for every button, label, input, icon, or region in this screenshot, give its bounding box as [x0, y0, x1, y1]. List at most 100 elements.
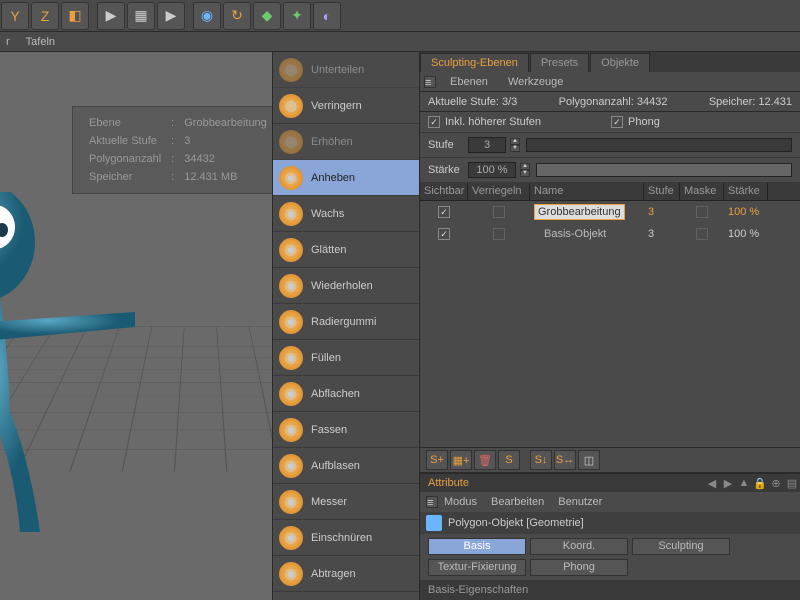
flip-icon[interactable]: S↔ [554, 450, 576, 470]
tab-attribute[interactable]: Attribute [420, 475, 477, 491]
attribute-panel: Attribute ◀ ▶ ▲ 🔒 ⊕ ▤ ≡ Modus Bearbeiten… [420, 473, 800, 600]
delete-icon[interactable]: 🗑 [474, 450, 496, 470]
nav-up-icon[interactable]: ▲ [736, 477, 752, 490]
chk-lock[interactable] [493, 228, 505, 240]
lock-icon[interactable]: 🔒 [752, 477, 768, 490]
starke-stepper[interactable]: ▲▼ [520, 163, 530, 177]
btn-phong[interactable]: Phong [530, 559, 628, 576]
add-folder-icon[interactable]: ▦+ [450, 450, 472, 470]
tool-anheben[interactable]: ◉Anheben [273, 160, 419, 196]
cube-icon[interactable]: ◧ [61, 2, 89, 30]
tool-radiergummi[interactable]: ◉Radiergummi [273, 304, 419, 340]
attr-menu-icon[interactable]: ≡ [426, 496, 438, 508]
add-layer-icon[interactable]: S+ [426, 450, 448, 470]
layer-row[interactable]: ✓Grobbearbeitung3100 % [420, 201, 800, 223]
stufe-input[interactable]: 3 [468, 137, 506, 153]
nav-fwd-icon[interactable]: ▶ [720, 477, 736, 490]
tool-icon: ◉ [279, 490, 303, 514]
status-line: Aktuelle Stufe: 3/3 Polygonanzahl: 34432… [420, 92, 800, 112]
subtab-ebenen[interactable]: Ebenen [450, 76, 488, 88]
btn-sculpting[interactable]: Sculpting [632, 538, 730, 555]
attr-bearbeiten[interactable]: Bearbeiten [491, 496, 544, 508]
btn-textur[interactable]: Textur-Fixierung [428, 559, 526, 576]
chk-phong[interactable]: ✓ [611, 116, 623, 128]
chk-visible[interactable]: ✓ [438, 206, 450, 218]
generator-icon[interactable]: ◆ [253, 2, 281, 30]
tab-presets[interactable]: Presets [530, 53, 589, 72]
tool-icon: ◍ [279, 94, 303, 118]
polygon-object-icon [426, 515, 442, 531]
mirror-icon[interactable]: ◫ [578, 450, 600, 470]
starke-input[interactable]: 100 % [468, 162, 516, 178]
tool-abflachen[interactable]: ◉Abflachen [273, 376, 419, 412]
right-panel: Sculpting-Ebenen Presets Objekte ≡ Ebene… [420, 52, 800, 600]
viewport-info: Ebene:Grobbearbeitung Aktuelle Stufe:3 P… [72, 106, 272, 194]
chk-lock[interactable] [493, 206, 505, 218]
sculpt-tools: ◍Unterteilen◍Verringern◍Erhöhen◉Anheben◉… [272, 52, 420, 600]
tab-objekte[interactable]: Objekte [590, 53, 650, 72]
chk-inkl[interactable]: ✓ [428, 116, 440, 128]
tool-icon: ◉ [279, 382, 303, 406]
tool-fassen[interactable]: ◉Fassen [273, 412, 419, 448]
spline-icon[interactable]: ↻ [223, 2, 251, 30]
deformer-icon[interactable]: ◐ [313, 2, 341, 30]
menu-icon[interactable]: ≡ [424, 76, 436, 88]
character-mesh [0, 192, 140, 542]
tool-icon: ◉ [279, 202, 303, 226]
attr-tabs-row2: Textur-Fixierung Phong [420, 559, 800, 580]
viewport[interactable]: Ebene:Grobbearbeitung Aktuelle Stufe:3 P… [0, 52, 272, 600]
attr-benutzer[interactable]: Benutzer [558, 496, 602, 508]
layer-name-edit[interactable]: Grobbearbeitung [534, 204, 625, 220]
stufe-slider[interactable] [526, 138, 792, 152]
tool-wiederholen[interactable]: ◉Wiederholen [273, 268, 419, 304]
attr-modus[interactable]: Modus [444, 496, 477, 508]
subtab-werkzeuge[interactable]: Werkzeuge [508, 76, 563, 88]
tool-erhöhen[interactable]: ◍Erhöhen [273, 124, 419, 160]
btn-koord[interactable]: Koord. [530, 538, 628, 555]
layer-s-icon[interactable]: S [498, 450, 520, 470]
stufe-stepper[interactable]: ▲▼ [510, 138, 520, 152]
record-icon[interactable]: ▦ [127, 2, 155, 30]
tool-icon: ◉ [279, 454, 303, 478]
tab-sculpting-ebenen[interactable]: Sculpting-Ebenen [420, 53, 529, 72]
axis-y-icon[interactable]: Y [1, 2, 29, 30]
tool-messer[interactable]: ◉Messer [273, 484, 419, 520]
stufe-row: Stufe 3 ▲▼ [420, 133, 800, 158]
tool-verringern[interactable]: ◍Verringern [273, 88, 419, 124]
menu-bar: r Tafeln [0, 32, 800, 52]
tool-glätten[interactable]: ◉Glätten [273, 232, 419, 268]
section-basis: Basis-Eigenschaften [420, 580, 800, 600]
menu-tafeln[interactable]: Tafeln [26, 36, 55, 48]
tool-einschnüren[interactable]: ◉Einschnüren [273, 520, 419, 556]
tool-wachs[interactable]: ◉Wachs [273, 196, 419, 232]
layer-row[interactable]: ✓Basis-Objekt3100 % [420, 223, 800, 245]
link-icon[interactable]: ⊕ [768, 477, 784, 490]
layer-actions: S+ ▦+ 🗑 S S↓ S↔ ◫ [420, 447, 800, 473]
attr-tabs-row1: Basis Koord. Sculpting [420, 534, 800, 559]
merge-icon[interactable]: S↓ [530, 450, 552, 470]
tool-unterteilen[interactable]: ◍Unterteilen [273, 52, 419, 88]
particles-icon[interactable]: ✦ [283, 2, 311, 30]
tool-icon: ◉ [279, 562, 303, 586]
axis-z-icon[interactable]: Z [31, 2, 59, 30]
btn-basis[interactable]: Basis [428, 538, 526, 555]
play-icon[interactable]: ▶ [97, 2, 125, 30]
nav-back-icon[interactable]: ◀ [704, 477, 720, 490]
menu2-icon[interactable]: ▤ [784, 477, 800, 490]
top-toolbar: Y Z ◧ ▶ ▦ ▶ ◉ ↻ ◆ ✦ ◐ [0, 0, 800, 32]
tool-füllen[interactable]: ◉Füllen [273, 340, 419, 376]
prim-cube-icon[interactable]: ◉ [193, 2, 221, 30]
chk-visible[interactable]: ✓ [438, 228, 450, 240]
panel-subtabs: ≡ Ebenen Werkzeuge [420, 72, 800, 92]
menu-r[interactable]: r [6, 36, 10, 48]
tool-icon: ◍ [279, 58, 303, 82]
starke-slider[interactable] [536, 163, 792, 177]
tool-icon: ◉ [279, 274, 303, 298]
layer-table-body: ✓Grobbearbeitung3100 %✓Basis-Objekt3100 … [420, 201, 800, 447]
chk-mask[interactable] [696, 206, 708, 218]
tool-icon: ◉ [279, 526, 303, 550]
tool-abtragen[interactable]: ◉Abtragen [273, 556, 419, 592]
play2-icon[interactable]: ▶ [157, 2, 185, 30]
chk-mask[interactable] [696, 228, 708, 240]
tool-aufblasen[interactable]: ◉Aufblasen [273, 448, 419, 484]
